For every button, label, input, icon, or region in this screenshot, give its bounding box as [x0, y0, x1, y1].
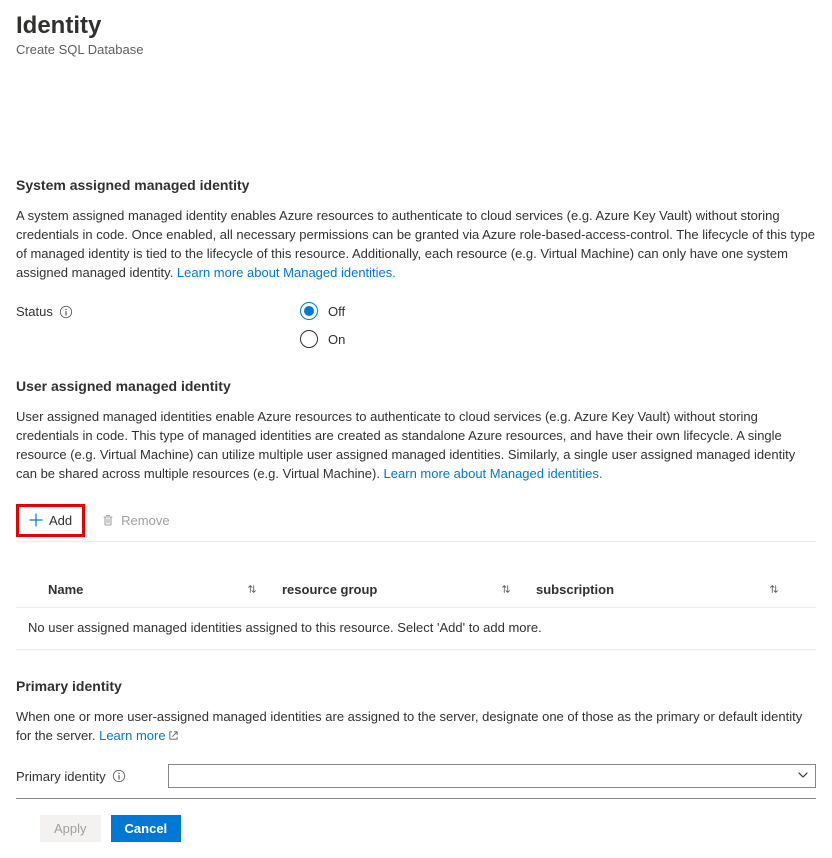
column-rg-label: resource group: [282, 582, 377, 597]
radio-indicator-checked: [300, 302, 318, 320]
plus-icon: [29, 513, 43, 527]
trash-icon: [101, 513, 115, 527]
primary-identity-row: Primary identity: [16, 764, 816, 799]
add-button[interactable]: Add: [23, 509, 78, 532]
system-assigned-heading: System assigned managed identity: [16, 177, 816, 193]
table-header-row: Name resource group subscription: [28, 582, 804, 607]
remove-button-label: Remove: [121, 513, 169, 528]
primary-identity-description: When one or more user-assigned managed i…: [16, 708, 816, 747]
column-header-name[interactable]: Name: [28, 582, 282, 597]
cancel-button[interactable]: Cancel: [111, 815, 182, 842]
status-on-label: On: [328, 332, 345, 347]
identity-table: Name resource group subscription No user…: [16, 582, 816, 650]
external-link-icon: [168, 728, 179, 747]
primary-identity-label-text: Primary identity: [16, 769, 106, 784]
chevron-down-icon: [797, 769, 809, 784]
page-title: Identity: [16, 12, 816, 40]
remove-button: Remove: [95, 509, 175, 532]
footer-bar: Apply Cancel: [16, 815, 816, 842]
primary-identity-label: Primary identity: [16, 769, 168, 784]
table-bottom-divider: [16, 649, 816, 650]
primary-identity-heading: Primary identity: [16, 678, 816, 694]
primary-learn-more-link[interactable]: Learn more: [99, 728, 178, 743]
table-empty-message: No user assigned managed identities assi…: [16, 608, 816, 649]
column-name-label: Name: [48, 582, 83, 597]
toolbar-divider: [16, 541, 816, 542]
status-on-radio[interactable]: On: [300, 330, 345, 348]
sort-icon: [768, 583, 780, 595]
primary-identity-section: Primary identity When one or more user-a…: [16, 678, 816, 800]
status-off-radio[interactable]: Off: [300, 302, 345, 320]
column-sub-label: subscription: [536, 582, 614, 597]
radio-indicator-unchecked: [300, 330, 318, 348]
status-label-text: Status: [16, 304, 53, 319]
sort-icon: [500, 583, 512, 595]
status-label: Status: [16, 302, 300, 319]
info-icon[interactable]: [112, 769, 126, 783]
system-assigned-description: A system assigned managed identity enabl…: [16, 207, 816, 282]
primary-identity-dropdown[interactable]: [168, 764, 816, 788]
add-button-label: Add: [49, 513, 72, 528]
breadcrumb: Create SQL Database: [16, 42, 816, 57]
apply-button[interactable]: Apply: [40, 815, 101, 842]
primary-learn-more-text: Learn more: [99, 728, 165, 743]
status-row: Status Off On: [16, 302, 816, 348]
add-button-highlight: Add: [16, 504, 85, 537]
status-radio-group: Off On: [300, 302, 345, 348]
system-assigned-learn-more-link[interactable]: Learn more about Managed identities.: [177, 265, 396, 280]
user-assigned-heading: User assigned managed identity: [16, 378, 816, 394]
sort-icon: [246, 583, 258, 595]
user-assigned-learn-more-link[interactable]: Learn more about Managed identities.: [384, 466, 603, 481]
info-icon[interactable]: [59, 305, 73, 319]
status-off-label: Off: [328, 304, 345, 319]
column-header-resource-group[interactable]: resource group: [282, 582, 536, 597]
system-assigned-description-text: A system assigned managed identity enabl…: [16, 208, 815, 280]
column-header-subscription[interactable]: subscription: [536, 582, 804, 597]
user-assigned-toolbar: Add Remove: [16, 504, 816, 537]
user-assigned-description: User assigned managed identities enable …: [16, 408, 816, 483]
